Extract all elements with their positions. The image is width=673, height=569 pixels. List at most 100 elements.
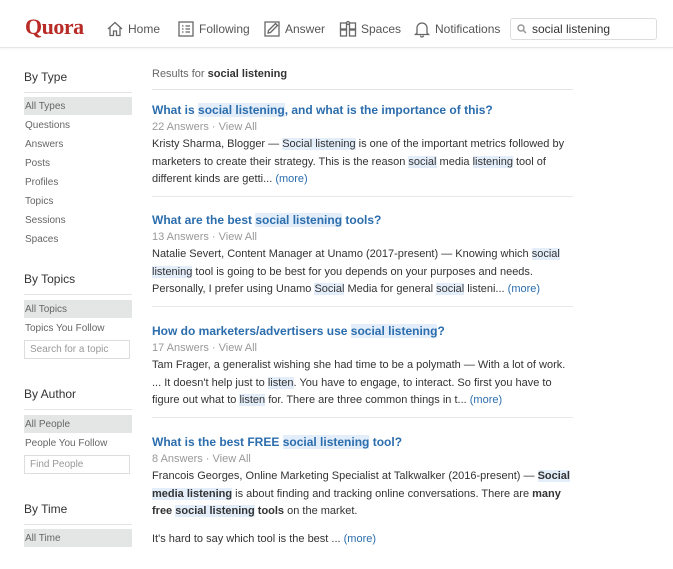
view-all-link[interactable]: View All (219, 342, 257, 354)
view-all-link[interactable]: View All (213, 453, 251, 465)
by-topics-heading: By Topics (24, 272, 132, 295)
answer-snippet-continued: It's hard to say which tool is the best … (152, 531, 573, 549)
nav-notifications[interactable]: Notifications (413, 18, 500, 40)
search-input[interactable]: social listening (510, 18, 657, 40)
title-text: tools? (342, 213, 382, 227)
result-title[interactable]: What are the best social listening tools… (152, 212, 573, 228)
view-all-link[interactable]: View All (219, 121, 257, 133)
snippet-text: Kristy Sharma, Blogger — (152, 138, 283, 150)
answer-count: 17 Answers (152, 342, 209, 354)
title-text: How do marketers/advertisers use (152, 324, 351, 338)
nav-home-label: Home (128, 22, 161, 36)
answer-snippet: Natalie Severt, Content Manager at Unamo… (152, 246, 573, 299)
more-link[interactable]: (more) (275, 173, 307, 185)
snippet-bold: tools (254, 505, 285, 517)
filter-all-topics[interactable]: All Topics (24, 300, 132, 318)
result-meta: 13 Answers · View All (152, 231, 257, 243)
snippet-highlight: Social listening (282, 138, 356, 150)
result-title[interactable]: What is the best FREE social listening t… (152, 434, 573, 450)
snippet-highlight: social (436, 283, 465, 295)
result-meta: 8 Answers · View All (152, 453, 251, 465)
result-divider (152, 196, 573, 197)
filter-all-people[interactable]: All People (24, 415, 132, 433)
filter-all-time[interactable]: All Time (24, 529, 132, 547)
result-divider (152, 417, 573, 418)
result-title[interactable]: How do marketers/advertisers use social … (152, 323, 573, 339)
view-all-link[interactable]: View All (219, 231, 257, 243)
title-text: , and what is the importance of this? (284, 103, 493, 117)
search-input-value: social listening (532, 22, 611, 36)
following-icon (178, 21, 194, 37)
results-prefix: Results for (152, 68, 205, 80)
snippet-text: is about finding and tracking online con… (232, 487, 533, 500)
nav-notifications-label: Notifications (435, 22, 501, 36)
more-link[interactable]: (more) (470, 394, 502, 406)
title-highlight: social listening (350, 324, 438, 338)
snippet-highlight: listening (152, 265, 193, 278)
snippet-highlight: listen (267, 376, 294, 389)
more-link[interactable]: (more) (508, 283, 540, 295)
snippet-text: on the market. (284, 505, 358, 517)
snippet-highlight: listening (472, 155, 513, 168)
snippet-highlight: social listening (175, 505, 255, 517)
snippet-highlight: listen (239, 394, 266, 406)
nav-spaces[interactable]: Spaces (339, 18, 401, 40)
title-text: tool? (369, 435, 403, 449)
search-icon (517, 24, 527, 34)
topic-search-field[interactable]: Search for a topic (24, 340, 130, 359)
search-result: How do marketers/advertisers use social … (152, 323, 573, 410)
quora-logo[interactable]: Quora (25, 14, 84, 40)
more-link[interactable]: (more) (344, 533, 376, 545)
bell-icon (413, 22, 431, 38)
title-text: What is the best FREE (152, 435, 283, 449)
result-meta: 17 Answers · View All (152, 342, 257, 354)
nav-following[interactable]: Following (177, 18, 250, 40)
snippet-text: for. There are three common things in t.… (265, 394, 470, 406)
answer-snippet: Tam Frager, a generalist wishing she had… (152, 357, 573, 410)
by-time-heading: By Time (24, 502, 132, 525)
snippet-text: Francois Georges, Online Marketing Speci… (152, 470, 538, 482)
snippet-highlight: social (531, 248, 560, 260)
answer-count: 22 Answers (152, 121, 209, 133)
nav-answer[interactable]: Answer (263, 18, 325, 40)
search-result: What is the best FREE social listening t… (152, 434, 573, 548)
filter-profiles[interactable]: Profiles (24, 173, 132, 191)
filter-topics-you-follow[interactable]: Topics You Follow (24, 319, 132, 337)
results-header: Results for social listening (152, 68, 573, 90)
search-result: What is social listening, and what is th… (152, 102, 573, 189)
answer-count: 8 Answers (152, 453, 203, 465)
filter-questions[interactable]: Questions (24, 116, 132, 134)
nav-home[interactable]: Home (106, 18, 160, 40)
search-result: What are the best social listening tools… (152, 212, 573, 299)
answer-snippet: Francois Georges, Online Marketing Speci… (152, 468, 573, 521)
answer-snippet: Kristy Sharma, Blogger — Social listenin… (152, 136, 573, 189)
by-author-heading: By Author (24, 387, 132, 410)
nav-following-label: Following (199, 22, 250, 36)
answer-count: 13 Answers (152, 231, 209, 243)
result-title[interactable]: What is social listening, and what is th… (152, 102, 573, 118)
filter-posts[interactable]: Posts (24, 154, 132, 172)
filter-topics[interactable]: Topics (24, 192, 132, 210)
result-divider (152, 306, 573, 307)
snippet-text: media (436, 155, 473, 168)
title-text: ? (437, 324, 445, 338)
nav-spaces-label: Spaces (361, 22, 402, 36)
filter-answers[interactable]: Answers (24, 135, 132, 153)
by-type-heading: By Type (24, 70, 132, 93)
filter-all-types[interactable]: All Types (24, 97, 132, 115)
title-text: What are the best (152, 213, 256, 227)
snippet-highlight: Social (314, 283, 345, 295)
people-search-field[interactable]: Find People (24, 455, 130, 474)
title-highlight: social listening (282, 435, 370, 449)
spaces-icon (339, 20, 357, 37)
filter-spaces[interactable]: Spaces (24, 230, 132, 248)
answer-pencil-icon (264, 21, 280, 37)
results-query: social listening (207, 68, 288, 80)
snippet-text: Natalie Severt, Content Manager at Unamo… (152, 248, 532, 260)
home-icon (107, 21, 123, 37)
filter-people-you-follow[interactable]: People You Follow (24, 434, 132, 452)
snippet-text: Media for general (344, 283, 437, 295)
title-highlight: social listening (198, 103, 285, 117)
title-text: What is (152, 103, 199, 117)
filter-sessions[interactable]: Sessions (24, 211, 132, 229)
